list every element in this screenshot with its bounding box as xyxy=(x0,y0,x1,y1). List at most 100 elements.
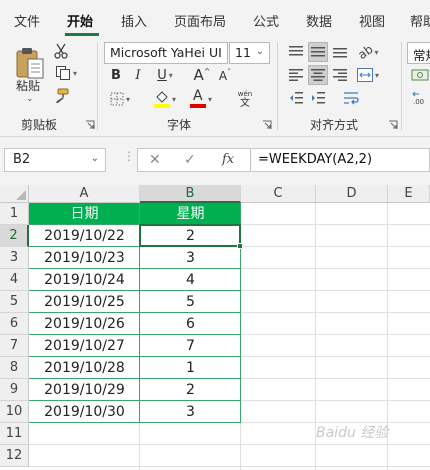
align-left-button[interactable] xyxy=(286,65,306,85)
clipboard-group-label: 剪贴板 xyxy=(21,118,58,132)
column-header-a[interactable]: A xyxy=(29,185,140,203)
cell-a4[interactable]: 2019/10/24 xyxy=(29,269,140,291)
cancel-icon[interactable]: ✕ xyxy=(149,152,161,168)
column-header-e[interactable]: E xyxy=(388,185,430,203)
tab-file[interactable]: 文件 xyxy=(14,11,40,30)
font-dialog-launcher-icon[interactable] xyxy=(262,120,272,130)
orientation-button[interactable]: ab ▾ xyxy=(355,42,381,62)
row-header-3[interactable]: 3 xyxy=(0,247,29,269)
fill-color-button[interactable]: ▾ xyxy=(150,89,180,109)
row-header-10[interactable]: 10 xyxy=(0,401,29,423)
cell-b5[interactable]: 5 xyxy=(140,291,241,313)
bold-button[interactable]: B xyxy=(108,66,124,84)
row-header-11[interactable]: 11 xyxy=(0,423,29,445)
cell-b6[interactable]: 6 xyxy=(140,313,241,335)
cell-b7[interactable]: 7 xyxy=(140,335,241,357)
cell-a6[interactable]: 2019/10/26 xyxy=(29,313,140,335)
name-box[interactable]: B2 ⌄ xyxy=(4,148,106,172)
select-all-button[interactable] xyxy=(0,185,29,203)
row-header-2[interactable]: 2 xyxy=(0,225,29,247)
row-header-9[interactable]: 9 xyxy=(0,379,29,401)
copy-button[interactable]: ▾ xyxy=(52,64,80,82)
clipboard-dialog-launcher-icon[interactable] xyxy=(85,120,95,130)
merge-center-button[interactable]: ▾ xyxy=(355,65,381,85)
cell-b3[interactable]: 3 xyxy=(140,247,241,269)
fill-handle[interactable] xyxy=(237,243,243,249)
cell-a7[interactable]: 2019/10/27 xyxy=(29,335,140,357)
tab-formulas[interactable]: 公式 xyxy=(253,11,279,30)
cell-a3[interactable]: 2019/10/23 xyxy=(29,247,140,269)
font-color-swatch xyxy=(189,104,206,108)
phonetic-guide-button[interactable]: wén 文 xyxy=(233,87,257,111)
increase-decimal-button[interactable]: .00 xyxy=(409,88,430,108)
text-orientation-icon: ab xyxy=(354,41,376,63)
header-cell-a1[interactable]: 日期 xyxy=(29,203,140,225)
row-header-4[interactable]: 4 xyxy=(0,269,29,291)
tab-help[interactable]: 帮助 xyxy=(410,11,430,30)
tab-home[interactable]: 开始 xyxy=(67,11,93,30)
format-painter-button[interactable] xyxy=(52,87,70,105)
decrease-indent-button[interactable] xyxy=(286,88,306,108)
number-format-value: 常规 xyxy=(413,48,430,63)
merge-cells-icon xyxy=(356,68,373,82)
align-center-button[interactable] xyxy=(308,65,328,85)
font-color-button[interactable]: A ▾ xyxy=(186,88,216,109)
cut-button[interactable] xyxy=(52,42,70,60)
align-middle-button[interactable] xyxy=(308,42,328,62)
decrease-font-button[interactable]: Aˇ xyxy=(215,67,235,85)
cell-b2[interactable]: 2 xyxy=(140,225,241,247)
increase-indent-button[interactable] xyxy=(308,88,328,108)
column-header-d[interactable]: D xyxy=(316,185,388,203)
align-top-icon xyxy=(289,46,303,56)
align-left-icon xyxy=(289,69,303,81)
row-header-6[interactable]: 6 xyxy=(0,313,29,335)
paste-dropdown-icon[interactable]: ⌄ xyxy=(26,94,34,104)
align-top-button[interactable] xyxy=(286,42,306,62)
increase-font-button[interactable]: A ^ xyxy=(192,66,212,84)
tab-insert[interactable]: 插入 xyxy=(121,11,147,30)
align-right-button[interactable] xyxy=(330,65,350,85)
formula-input[interactable]: =WEEKDAY(A2,2) xyxy=(252,148,430,172)
cell-a8[interactable]: 2019/10/28 xyxy=(29,357,140,379)
borders-button[interactable]: ▾ xyxy=(106,90,134,108)
paint-bucket-icon xyxy=(153,91,170,108)
row-header-5[interactable]: 5 xyxy=(0,291,29,313)
underline-letter: U xyxy=(157,67,167,83)
alignment-dialog-launcher-icon[interactable] xyxy=(388,120,398,130)
table-border xyxy=(29,290,241,291)
cell-b8[interactable]: 1 xyxy=(140,357,241,379)
cell-b9[interactable]: 2 xyxy=(140,379,241,401)
cell-a9[interactable]: 2019/10/29 xyxy=(29,379,140,401)
cell-a5[interactable]: 2019/10/25 xyxy=(29,291,140,313)
cell-b4[interactable]: 4 xyxy=(140,269,241,291)
insert-function-icon[interactable]: fx xyxy=(222,152,234,167)
formula-bar-resize-handle[interactable]: ⋮ xyxy=(123,150,135,162)
gridline xyxy=(29,444,430,445)
currency-button[interactable] xyxy=(409,65,430,85)
tab-view[interactable]: 视图 xyxy=(359,11,385,30)
tab-page-layout[interactable]: 页面布局 xyxy=(174,11,226,30)
table-border xyxy=(29,268,241,269)
wrap-text-button[interactable] xyxy=(340,88,362,108)
column-header-c[interactable]: C xyxy=(241,185,316,203)
cell-a10[interactable]: 2019/10/30 xyxy=(29,401,140,423)
row-header-12[interactable]: 12 xyxy=(0,445,29,467)
row-header-8[interactable]: 8 xyxy=(0,357,29,379)
align-bottom-button[interactable] xyxy=(330,42,350,62)
cell-a2[interactable]: 2019/10/22 xyxy=(29,225,140,247)
cell-b10[interactable]: 3 xyxy=(140,401,241,423)
underline-button[interactable]: U ▾ xyxy=(151,66,179,84)
enter-icon[interactable]: ✓ xyxy=(184,152,196,168)
italic-button[interactable]: I xyxy=(130,66,146,84)
svg-text:.00: .00 xyxy=(413,98,424,105)
row-header-1[interactable]: 1 xyxy=(0,203,29,225)
font-name-select[interactable]: Microsoft YaHei UI xyxy=(104,42,228,64)
align-middle-icon xyxy=(311,47,325,57)
header-cell-b1[interactable]: 星期 xyxy=(140,203,241,225)
column-header-b[interactable]: B xyxy=(140,185,241,203)
font-size-select[interactable]: 11 ⌄ xyxy=(229,42,270,64)
tab-data[interactable]: 数据 xyxy=(306,11,332,30)
row-header-7[interactable]: 7 xyxy=(0,335,29,357)
number-format-select[interactable]: 常规 xyxy=(407,42,430,64)
font-color-letter: A xyxy=(192,88,203,104)
